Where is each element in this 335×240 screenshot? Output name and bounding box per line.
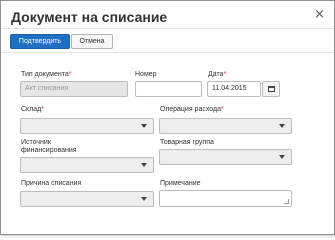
operation-select[interactable] — [159, 118, 292, 134]
calendar-icon — [268, 86, 275, 92]
dialog-title: Документ на списание — [11, 9, 168, 25]
toolbar-divider — [1, 52, 334, 53]
date-label: Дата* — [208, 71, 227, 78]
doc-type-field: Акт списания — [20, 81, 128, 97]
note-label: Примечание — [160, 180, 201, 187]
confirm-button[interactable]: Подтвердить — [10, 34, 70, 49]
funding-source-label-line2: финансирования — [21, 147, 77, 154]
number-field[interactable] — [135, 81, 202, 97]
writeoff-reason-label: Причина списания — [21, 180, 82, 187]
operation-label: Операция расхода* — [160, 106, 224, 113]
warehouse-label: Склад* — [21, 106, 44, 113]
doc-type-label: Тип документа* — [21, 71, 72, 78]
close-icon[interactable]: × — [314, 8, 325, 21]
chevron-down-icon — [141, 124, 147, 128]
date-picker-button[interactable] — [262, 81, 280, 97]
chevron-down-icon — [279, 124, 285, 128]
product-group-select[interactable] — [159, 149, 292, 165]
writeoff-document-dialog: Документ на списание × Подтвердить Отмен… — [0, 0, 335, 235]
resize-handle[interactable] — [284, 199, 289, 204]
funding-source-select[interactable] — [20, 157, 154, 173]
writeoff-reason-select[interactable] — [20, 191, 154, 207]
number-label: Номер — [135, 71, 157, 78]
date-field[interactable]: 11.04.2015 — [207, 81, 261, 97]
chevron-down-icon — [279, 155, 285, 159]
title-divider — [1, 28, 334, 29]
chevron-down-icon — [141, 197, 147, 201]
warehouse-select[interactable] — [20, 118, 154, 134]
chevron-down-icon — [141, 163, 147, 167]
cancel-button[interactable]: Отмена — [71, 34, 113, 49]
note-field[interactable] — [159, 190, 292, 207]
product-group-label: Товарная группа — [160, 139, 214, 146]
